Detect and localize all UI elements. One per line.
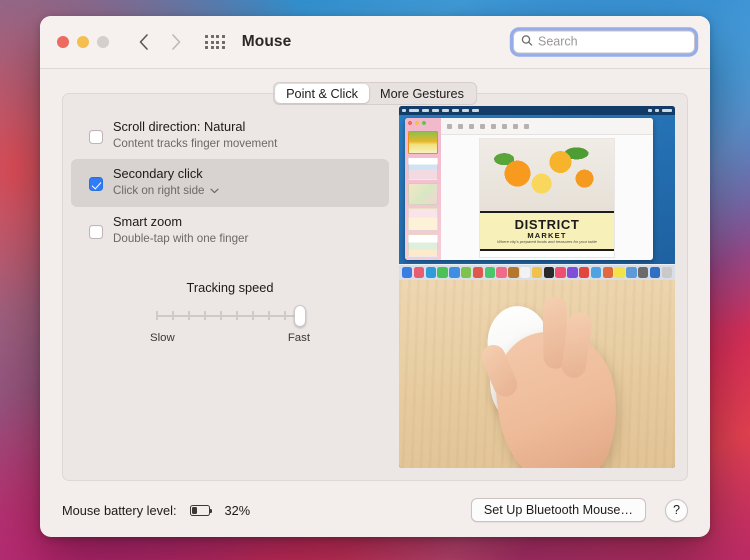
preview-thumbnail-sidebar: [405, 118, 441, 260]
preview-citrus-photo: [480, 139, 614, 211]
tab-more-gestures[interactable]: More Gestures: [369, 84, 475, 103]
navigation-buttons: [137, 33, 183, 51]
battery-label: Mouse battery level:: [62, 503, 177, 518]
grid-apps-icon[interactable]: [205, 35, 225, 49]
option-subtitle: Double-tap with one finger: [113, 232, 248, 246]
slider-min-label: Slow: [150, 332, 175, 344]
slider-max-label: Fast: [288, 332, 310, 344]
tab-bar: Point & Click More Gestures: [273, 82, 477, 105]
option-title: Scroll direction: Natural: [113, 119, 277, 135]
slider-knob[interactable]: [294, 305, 306, 327]
set-up-bluetooth-mouse-button[interactable]: Set Up Bluetooth Mouse…: [471, 498, 646, 522]
checkbox-secondary-click[interactable]: [89, 177, 103, 191]
battery-fill: [192, 507, 198, 514]
option-subtitle-text: Content tracks finger movement: [113, 137, 277, 151]
option-row-secondary-click[interactable]: Secondary click Click on right side: [71, 159, 389, 206]
preview-pages-window: DISTRICT MARKET Where city's prepared fo…: [405, 118, 653, 260]
search-container: Search: [513, 31, 695, 54]
minimize-button[interactable]: [77, 36, 89, 48]
checkbox-scroll-direction[interactable]: [89, 130, 103, 144]
preview-thumbnail: [408, 234, 438, 257]
chevron-right-icon[interactable]: [170, 33, 183, 51]
option-row-scroll-direction[interactable]: Scroll direction: Natural Content tracks…: [71, 112, 389, 159]
option-text-scroll-direction: Scroll direction: Natural Content tracks…: [113, 119, 277, 151]
gesture-preview: DISTRICT MARKET Where city's prepared fo…: [399, 106, 675, 468]
preview-poster-fine-print: Where city's prepared foods and treasure…: [497, 240, 597, 244]
preview-document-canvas: DISTRICT MARKET Where city's prepared fo…: [441, 118, 653, 260]
preview-thumbnail: [408, 157, 438, 180]
preview-menubar: [399, 106, 675, 115]
option-title: Secondary click: [113, 166, 219, 182]
help-button[interactable]: ?: [665, 499, 688, 522]
tracking-speed-section: Tracking speed: [63, 280, 397, 344]
preview-desktop-image: DISTRICT MARKET Where city's prepared fo…: [399, 106, 675, 280]
search-input[interactable]: Search: [513, 31, 695, 54]
search-icon: [521, 33, 533, 51]
option-subtitle-text: Click on right side: [113, 184, 205, 198]
zoom-button[interactable]: [97, 36, 109, 48]
option-text-secondary-click: Secondary click Click on right side: [113, 166, 219, 198]
chevron-left-icon[interactable]: [137, 33, 150, 51]
option-title: Smart zoom: [113, 214, 248, 230]
window-titlebar: Mouse Search: [40, 16, 710, 69]
page-title: Mouse: [242, 33, 292, 51]
preview-dock: [399, 264, 675, 280]
preview-poster-title: DISTRICT: [515, 218, 580, 231]
close-button[interactable]: [57, 36, 69, 48]
settings-panel: Scroll direction: Natural Content tracks…: [62, 93, 688, 481]
battery-icon: [190, 505, 210, 516]
preview-document-page: DISTRICT MARKET Where city's prepared fo…: [479, 138, 615, 258]
slider-end-labels: Slow Fast: [150, 332, 310, 344]
preview-poster-band: DISTRICT MARKET Where city's prepared fo…: [480, 211, 614, 251]
preview-toolbar: [441, 118, 653, 135]
window-footer: Mouse battery level: 32% Set Up Bluetoot…: [40, 483, 710, 537]
search-placeholder: Search: [538, 36, 578, 49]
option-subtitle[interactable]: Click on right side: [113, 184, 219, 198]
window-body: Point & Click More Gestures Scroll direc…: [40, 69, 710, 483]
chevron-down-icon[interactable]: [210, 184, 219, 198]
traffic-lights: [57, 36, 109, 48]
mouse-preferences-window: Mouse Search Point & Click More Gestures: [40, 16, 710, 537]
battery-percent: 32%: [225, 503, 251, 518]
preview-thumbnail: [408, 183, 438, 206]
desktop-wallpaper: Mouse Search Point & Click More Gestures: [0, 0, 750, 560]
tab-point-and-click[interactable]: Point & Click: [275, 84, 369, 103]
preview-thumbnail: [408, 131, 438, 154]
tracking-speed-slider[interactable]: [156, 306, 304, 326]
checkbox-smart-zoom[interactable]: [89, 225, 103, 239]
option-subtitle-text: Double-tap with one finger: [113, 232, 248, 246]
preview-thumbnail: [408, 208, 438, 231]
option-row-smart-zoom[interactable]: Smart zoom Double-tap with one finger: [71, 207, 389, 254]
tracking-speed-label: Tracking speed: [186, 280, 273, 295]
options-column: Scroll direction: Natural Content tracks…: [63, 94, 397, 480]
preview-mouse-photo: [399, 280, 675, 468]
slider-track-line: [156, 315, 304, 317]
option-text-smart-zoom: Smart zoom Double-tap with one finger: [113, 214, 248, 246]
preview-poster-subtitle: MARKET: [527, 232, 566, 240]
option-subtitle: Content tracks finger movement: [113, 137, 277, 151]
